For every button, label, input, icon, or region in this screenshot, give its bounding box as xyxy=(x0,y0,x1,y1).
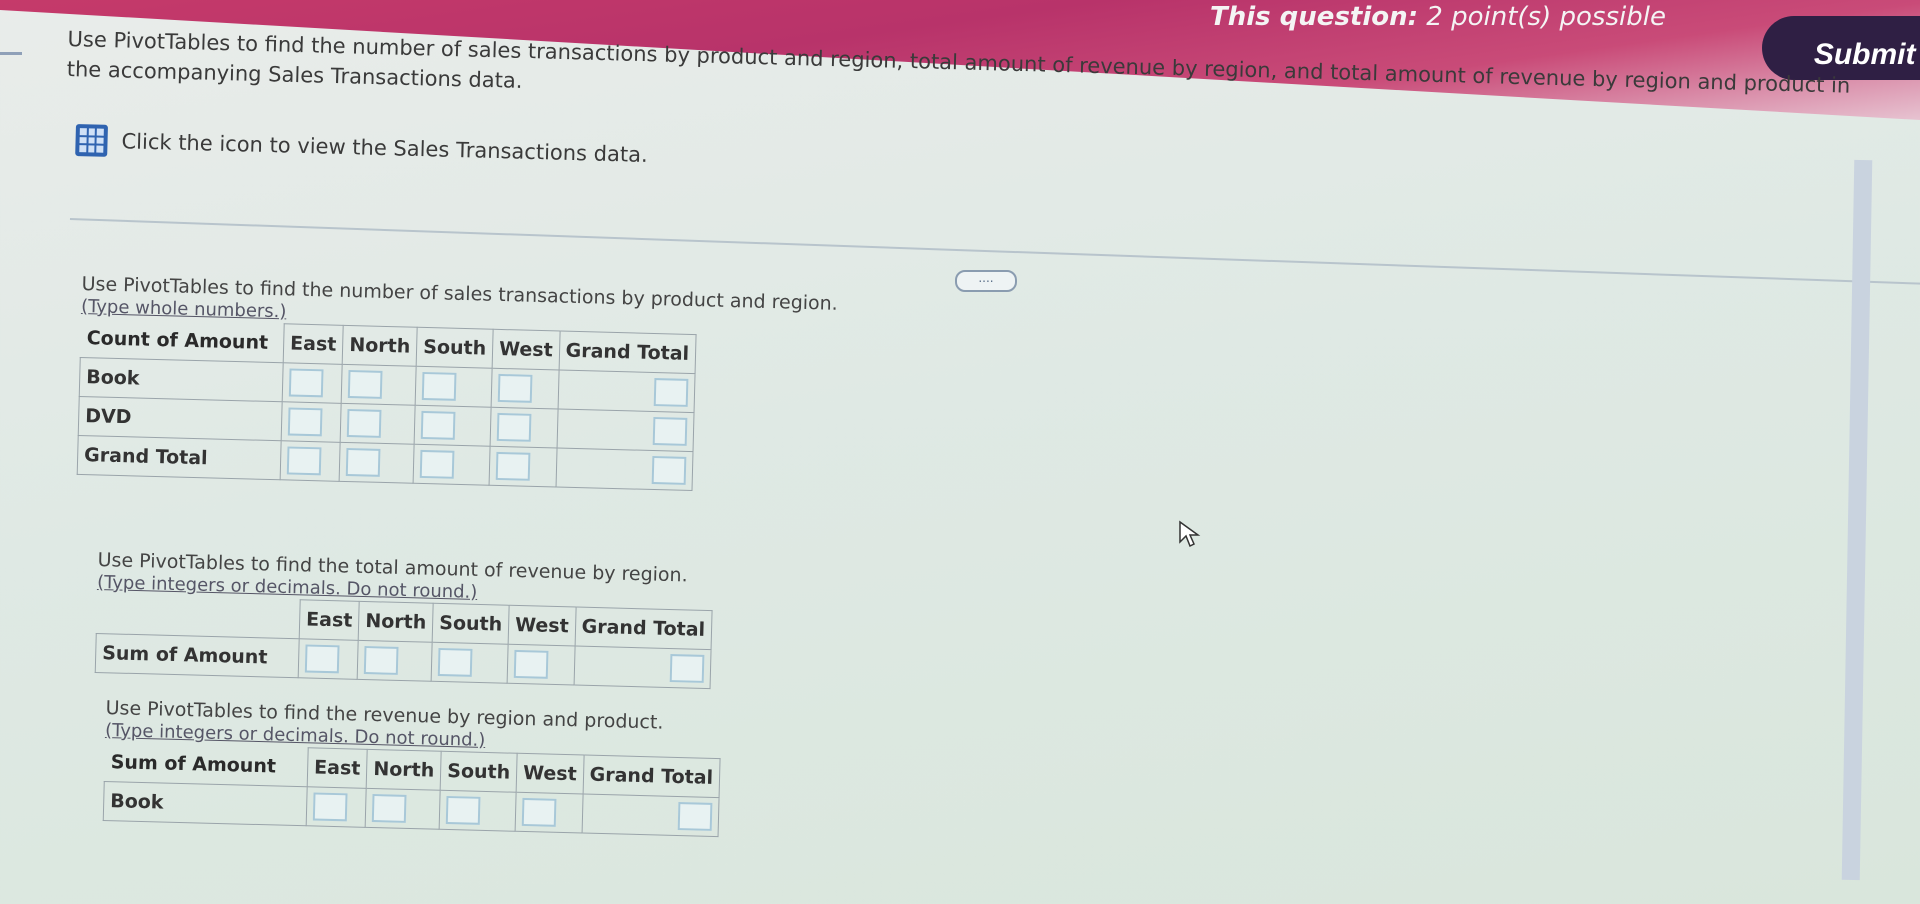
answer-input[interactable] xyxy=(521,797,557,827)
answer-input[interactable] xyxy=(304,644,340,674)
answer-input[interactable] xyxy=(287,407,323,437)
answer-input[interactable] xyxy=(363,646,399,675)
answer-input[interactable] xyxy=(437,647,473,677)
points-prefix: This question: xyxy=(1210,2,1419,32)
col-west: West xyxy=(492,329,560,371)
sum-section: Use PivotTables to find the total amount… xyxy=(95,548,714,689)
col-east: East xyxy=(299,599,360,641)
answer-input[interactable] xyxy=(677,802,713,831)
answer-input[interactable] xyxy=(421,371,457,401)
row-book: Book xyxy=(79,357,284,402)
points-label: This question: 2 point(s) possible xyxy=(1210,2,1666,32)
col-south: South xyxy=(440,751,518,793)
answer-input[interactable] xyxy=(653,378,689,407)
answer-input[interactable] xyxy=(419,449,455,479)
answer-input[interactable] xyxy=(497,373,533,403)
answer-input[interactable] xyxy=(345,447,381,477)
row-grand-total: Grand Total xyxy=(77,435,282,480)
mouse-pointer-icon xyxy=(1179,520,1201,548)
data-link[interactable]: Click the icon to view the Sales Transac… xyxy=(75,124,648,171)
answer-input[interactable] xyxy=(495,451,531,481)
col-grand-total: Grand Total xyxy=(582,755,721,798)
answer-input[interactable] xyxy=(347,370,383,399)
answer-input[interactable] xyxy=(669,654,705,683)
answer-input[interactable] xyxy=(312,792,348,822)
col-north: North xyxy=(358,601,434,643)
sum-table: East North South West Grand Total Sum of… xyxy=(95,594,713,689)
product-table-title: Sum of Amount xyxy=(110,750,277,778)
col-grand-total: Grand Total xyxy=(558,331,697,374)
col-grand-total: Grand Total xyxy=(574,607,713,650)
row-book: Book xyxy=(103,781,308,826)
answer-input[interactable] xyxy=(651,455,687,485)
answer-input[interactable] xyxy=(513,649,549,679)
points-text: 2 point(s) possible xyxy=(1418,2,1666,32)
answer-input[interactable] xyxy=(288,368,324,398)
product-section: Use PivotTables to find the revenue by r… xyxy=(103,696,722,837)
col-north: North xyxy=(366,749,442,791)
answer-input[interactable] xyxy=(286,446,322,476)
col-east: East xyxy=(283,323,344,365)
data-link-text: Click the icon to view the Sales Transac… xyxy=(121,129,648,167)
answer-input[interactable] xyxy=(496,412,532,442)
col-south: South xyxy=(432,603,510,645)
col-east: East xyxy=(307,747,368,789)
count-section: Use PivotTables to find the number of sa… xyxy=(77,272,838,495)
col-west: West xyxy=(508,605,576,647)
scrollbar[interactable] xyxy=(1841,159,1873,881)
spreadsheet-grid-icon[interactable] xyxy=(75,124,108,157)
answer-input[interactable] xyxy=(652,417,688,446)
count-table: Count of Amount East North South West Gr… xyxy=(77,318,697,491)
back-arrow-icon[interactable] xyxy=(0,52,22,55)
answer-input[interactable] xyxy=(445,795,481,825)
col-north: North xyxy=(342,325,418,367)
row-dvd: DVD xyxy=(78,396,283,441)
answer-input[interactable] xyxy=(420,410,456,440)
count-table-title: Count of Amount xyxy=(86,326,269,354)
answer-input[interactable] xyxy=(371,794,407,823)
col-west: West xyxy=(516,753,584,795)
product-table: Sum of Amount East North South West Gran… xyxy=(103,742,721,837)
col-south: South xyxy=(416,327,494,369)
sum-table-title: Sum of Amount xyxy=(95,633,300,678)
answer-input[interactable] xyxy=(346,409,382,438)
more-button[interactable]: .... xyxy=(955,270,1017,292)
